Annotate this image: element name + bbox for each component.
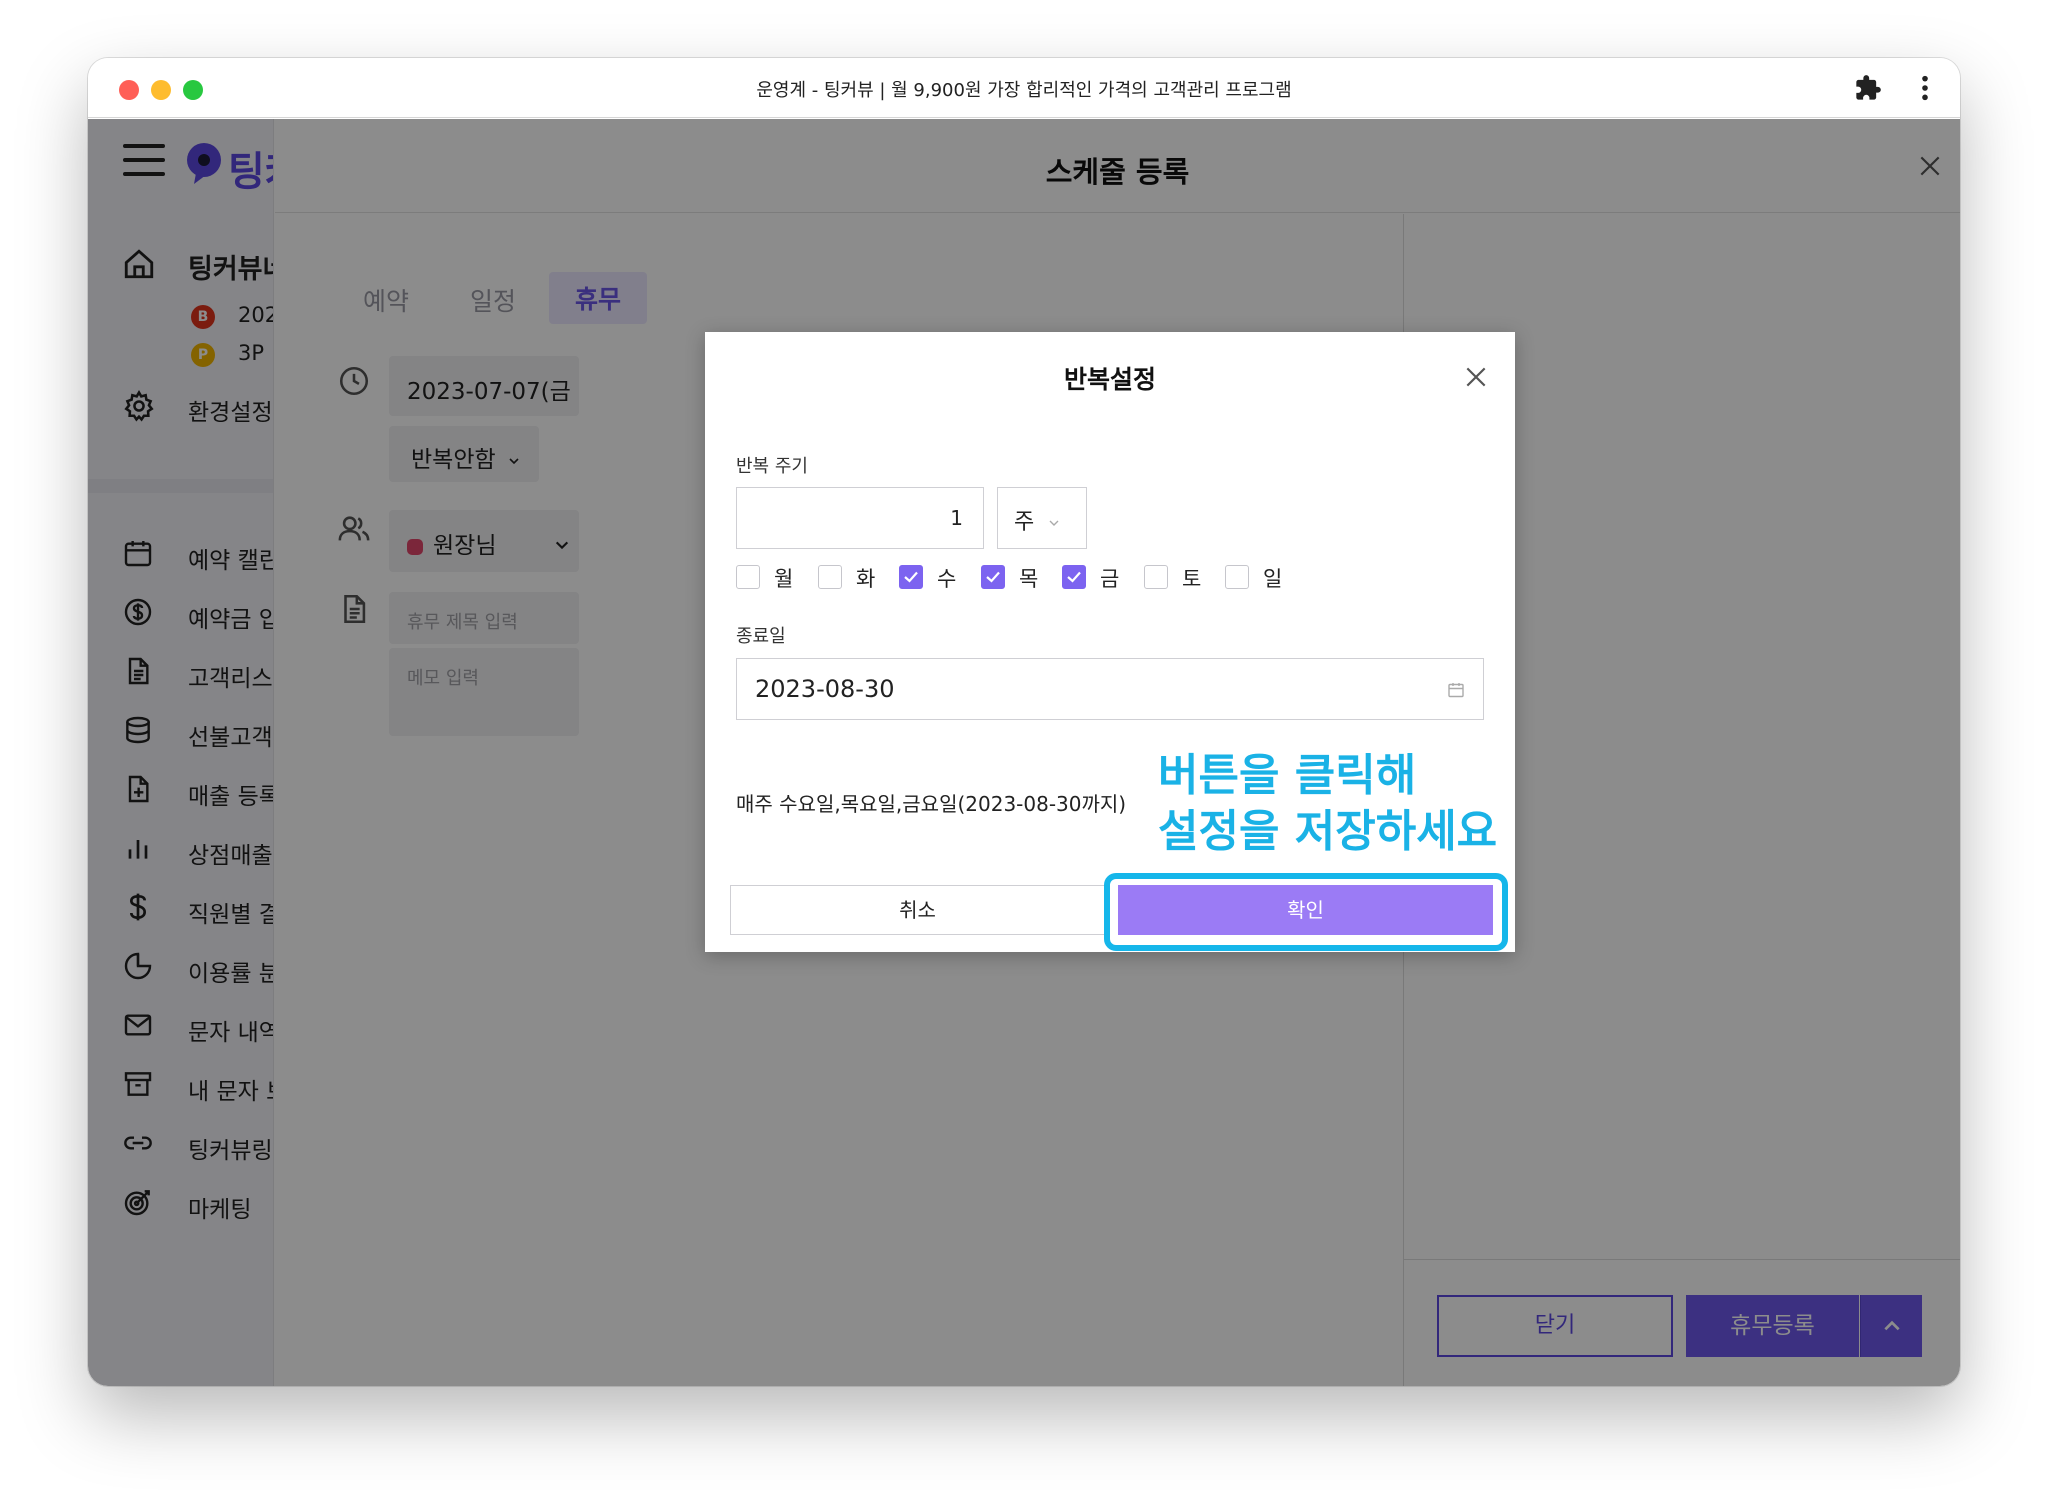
callout-highlight-box: [1104, 873, 1508, 951]
checkbox[interactable]: [1062, 565, 1086, 589]
end-date-label: 종료일: [736, 626, 786, 647]
window-title: 운영계 - 팅커뷰 | 월 9,900원 가장 합리적인 가격의 고객관리 프로…: [756, 80, 1292, 101]
day-label: 수: [937, 567, 957, 591]
check-icon: [986, 571, 1000, 583]
cycle-number-input[interactable]: 1: [736, 487, 984, 549]
checkbox[interactable]: [736, 565, 760, 589]
day-label: 화: [856, 567, 876, 591]
check-icon: [904, 571, 918, 583]
callout-line-2: 설정을 저장하세요: [1158, 806, 1498, 857]
dialog-title: 반복설정: [1063, 365, 1156, 394]
checkbox[interactable]: [1225, 565, 1249, 589]
calendar-icon[interactable]: [1447, 681, 1465, 699]
cycle-label: 반복 주기: [736, 456, 808, 477]
end-date-value: 2023-08-30: [755, 675, 895, 703]
day-label: 토: [1182, 567, 1202, 591]
end-date-input[interactable]: 2023-08-30: [736, 658, 1484, 720]
title-bar: 운영계 - 팅커뷰 | 월 9,900원 가장 합리적인 가격의 고객관리 프로…: [88, 58, 1960, 118]
more-vertical-icon[interactable]: [1918, 74, 1932, 102]
repeat-summary: 매주 수요일,목요일,금요일(2023-08-30까지): [736, 792, 1127, 816]
checkbox[interactable]: [899, 565, 923, 589]
checkbox[interactable]: [818, 565, 842, 589]
day-label: 목: [1019, 567, 1039, 591]
close-icon[interactable]: [1463, 364, 1489, 390]
checkbox[interactable]: [1144, 565, 1168, 589]
checkbox[interactable]: [981, 565, 1005, 589]
check-icon: [1067, 571, 1081, 583]
chevron-down-icon: [1049, 520, 1059, 526]
cycle-unit-value: 주: [1014, 510, 1035, 535]
callout-line-1: 버튼을 클릭해: [1158, 750, 1417, 801]
cycle-unit-select[interactable]: 주: [997, 487, 1087, 549]
callout-annotation: 버튼을 클릭해 설정을 저장하세요: [1158, 748, 1497, 860]
browser-window: 운영계 - 팅커뷰 | 월 9,900원 가장 합리적인 가격의 고객관리 프로…: [88, 58, 1960, 1386]
day-label: 금: [1100, 567, 1120, 591]
puzzle-icon[interactable]: [1854, 74, 1882, 102]
day-label: 일: [1263, 567, 1283, 591]
cancel-button[interactable]: 취소: [730, 885, 1105, 935]
day-label: 월: [774, 567, 794, 591]
